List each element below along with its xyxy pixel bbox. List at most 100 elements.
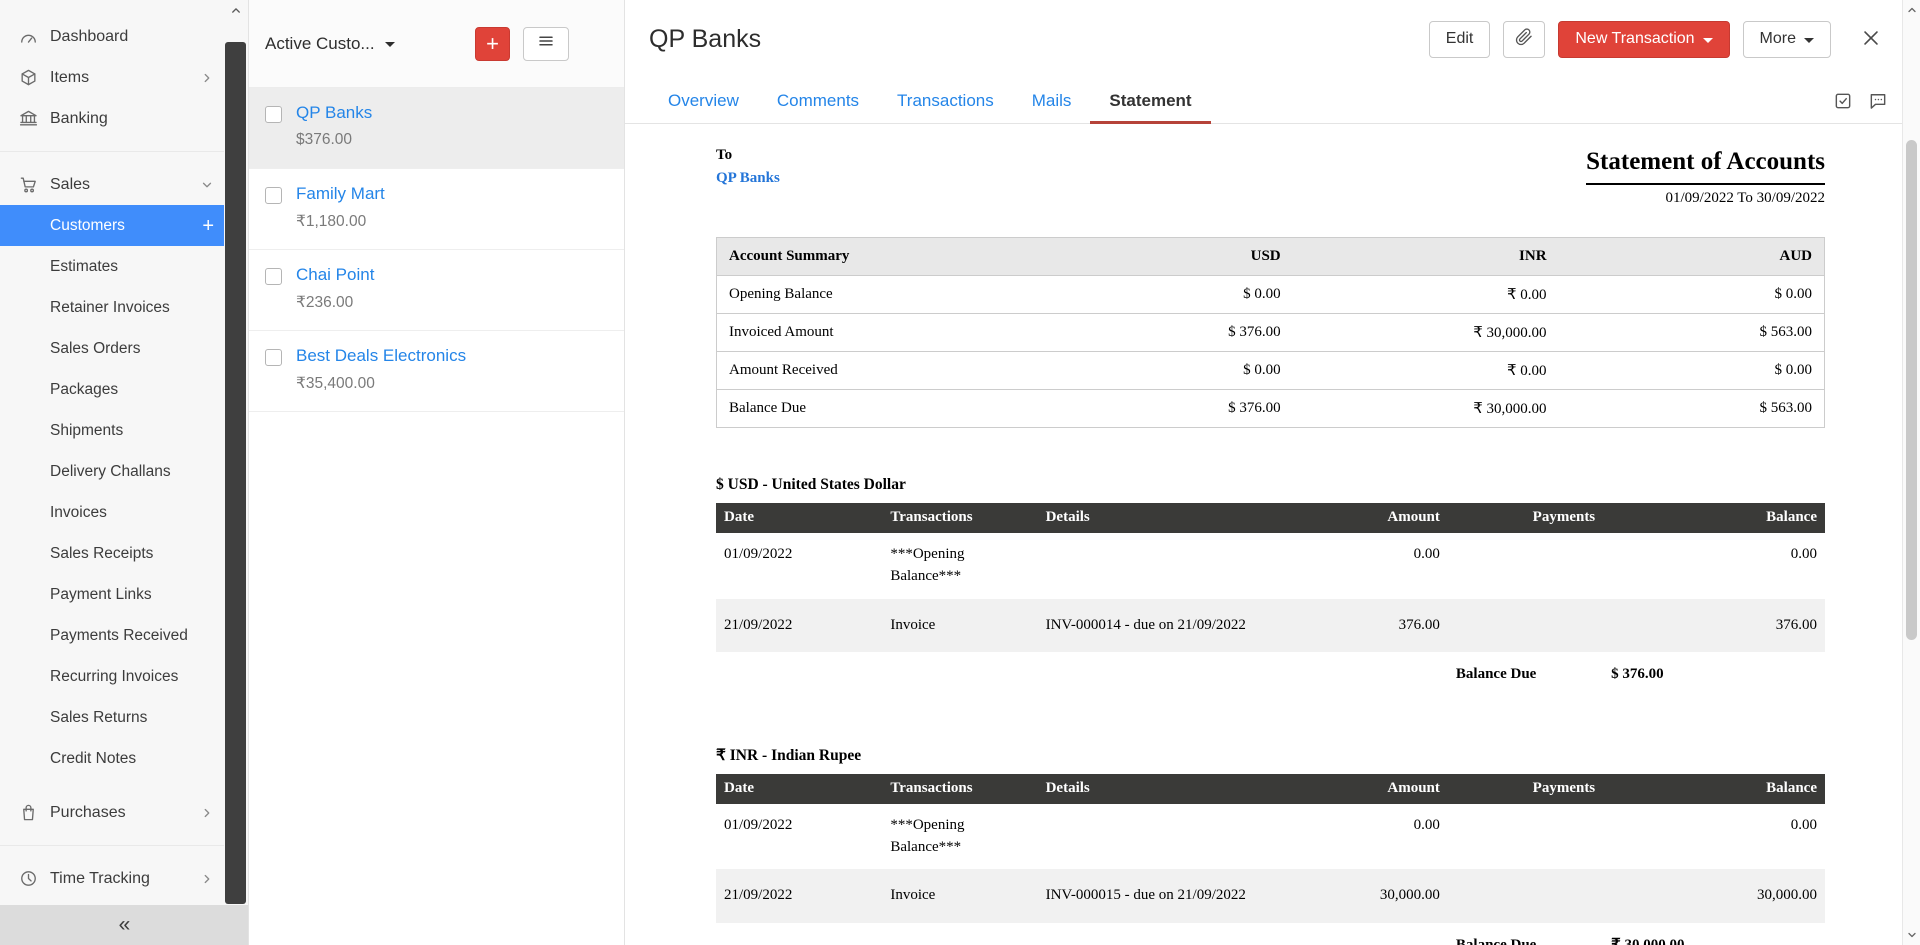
sidebar-item-sales-orders[interactable]: Sales Orders bbox=[0, 328, 224, 369]
new-transaction-button[interactable]: New Transaction bbox=[1558, 21, 1729, 58]
transaction-row: 21/09/2022 Invoice INV-000015 - due on 2… bbox=[716, 869, 1825, 923]
sidebar-item-dashboard[interactable]: Dashboard bbox=[0, 16, 224, 57]
customer-list: QP Banks $376.00 Family Mart ₹1,180.00 C… bbox=[249, 88, 624, 945]
sidebar-item-delivery-challans[interactable]: Delivery Challans bbox=[0, 451, 224, 492]
tasks-icon[interactable] bbox=[1833, 91, 1853, 111]
add-customer-button[interactable]: + bbox=[475, 27, 510, 61]
chevron-up-icon[interactable] bbox=[229, 4, 242, 17]
attachment-button[interactable] bbox=[1503, 21, 1545, 58]
summary-cell: $ 376.00 bbox=[1027, 314, 1293, 352]
statement-recipient: To QP Banks bbox=[716, 146, 780, 187]
transaction-row: 21/09/2022 Invoice INV-000014 - due on 2… bbox=[716, 599, 1825, 653]
txn-cell bbox=[1448, 599, 1603, 653]
page-scrollbar-thumb[interactable] bbox=[1906, 140, 1917, 640]
tab-comments[interactable]: Comments bbox=[758, 78, 878, 123]
tab-row-icons bbox=[1833, 78, 1888, 123]
sidebar-item-label: Recurring Invoices bbox=[50, 668, 178, 686]
customer-name-link[interactable]: Family Mart bbox=[296, 184, 385, 204]
sidebar-item-sales-returns[interactable]: Sales Returns bbox=[0, 697, 224, 738]
edit-button[interactable]: Edit bbox=[1429, 21, 1491, 58]
sidebar-item-label: Estimates bbox=[50, 258, 118, 276]
close-button[interactable] bbox=[1856, 23, 1886, 56]
balance-due-label: Balance Due bbox=[1448, 652, 1603, 698]
page-scrollbar[interactable] bbox=[1902, 0, 1920, 945]
sidebar-item-banking[interactable]: Banking bbox=[0, 98, 224, 139]
plus-icon: + bbox=[486, 33, 499, 55]
list-options-button[interactable] bbox=[523, 27, 569, 61]
tab-overview[interactable]: Overview bbox=[649, 78, 758, 123]
comments-icon[interactable] bbox=[1868, 91, 1888, 111]
sidebar-item-label: Sales Returns bbox=[50, 709, 147, 727]
tab-transactions[interactable]: Transactions bbox=[878, 78, 1013, 123]
txn-cell bbox=[1038, 804, 1293, 870]
summary-cell: $ 0.00 bbox=[1027, 352, 1293, 390]
summary-row: Invoiced Amount $ 376.00 ₹ 30,000.00 $ 5… bbox=[717, 314, 1825, 352]
sidebar-item-payment-links[interactable]: Payment Links bbox=[0, 574, 224, 615]
tab-statement[interactable]: Statement bbox=[1090, 78, 1210, 123]
hamburger-icon bbox=[537, 32, 555, 55]
customer-name-link[interactable]: QP Banks bbox=[296, 103, 372, 123]
scrollbar-up-arrow-icon[interactable] bbox=[1906, 4, 1918, 16]
txn-col-header: Details bbox=[1038, 503, 1293, 533]
caret-down-icon bbox=[1804, 38, 1814, 43]
sidebar-item-time-tracking[interactable]: Time Tracking bbox=[0, 858, 224, 899]
sidebar-item-sales[interactable]: Sales bbox=[0, 164, 224, 205]
customer-list-item-qp-banks[interactable]: QP Banks $376.00 bbox=[249, 88, 624, 169]
txn-cell: 21/09/2022 bbox=[716, 599, 882, 653]
sidebar-item-sales-receipts[interactable]: Sales Receipts bbox=[0, 533, 224, 574]
customer-checkbox[interactable] bbox=[265, 106, 282, 123]
sidebar-item-items[interactable]: Items bbox=[0, 57, 224, 98]
scrollbar-down-arrow-icon[interactable] bbox=[1906, 929, 1918, 941]
sidebar-item-invoices[interactable]: Invoices bbox=[0, 492, 224, 533]
summary-col-header: USD bbox=[1027, 238, 1293, 276]
sidebar-scrollbar[interactable] bbox=[223, 0, 248, 905]
inr-transactions-table: Date Transactions Details Amount Payment… bbox=[716, 774, 1825, 945]
sidebar-item-label: Payments Received bbox=[50, 627, 188, 645]
sidebar-divider bbox=[0, 151, 224, 152]
sidebar-item-packages[interactable]: Packages bbox=[0, 369, 224, 410]
sidebar-item-customers[interactable]: Customers + bbox=[0, 205, 224, 246]
sidebar-item-payments-received[interactable]: Payments Received bbox=[0, 615, 224, 656]
sidebar-scrollbar-thumb[interactable] bbox=[225, 42, 246, 904]
sidebar-collapse-button[interactable]: « bbox=[0, 905, 249, 945]
customer-amount: $376.00 bbox=[296, 131, 372, 149]
sidebar-item-estimates[interactable]: Estimates bbox=[0, 246, 224, 287]
sidebar-item-retainer-invoices[interactable]: Retainer Invoices bbox=[0, 287, 224, 328]
more-button[interactable]: More bbox=[1743, 21, 1831, 58]
txn-cell: INV-000014 - due on 21/09/2022 bbox=[1038, 599, 1293, 653]
customer-list-item-chai-point[interactable]: Chai Point ₹236.00 bbox=[249, 250, 624, 331]
txn-cell bbox=[1038, 533, 1293, 599]
plus-icon[interactable]: + bbox=[202, 216, 214, 236]
txn-cell: INV-000015 - due on 21/09/2022 bbox=[1038, 869, 1293, 923]
customer-name-link[interactable]: Best Deals Electronics bbox=[296, 346, 466, 366]
tab-mails[interactable]: Mails bbox=[1013, 78, 1091, 123]
txn-col-header: Balance bbox=[1603, 774, 1825, 804]
txn-cell: Invoice bbox=[882, 599, 1037, 653]
summary-col-header: AUD bbox=[1559, 238, 1825, 276]
currency-section-title: $ USD - United States Dollar bbox=[716, 476, 1825, 494]
summary-cell: $ 563.00 bbox=[1559, 314, 1825, 352]
sidebar-item-label: Invoices bbox=[50, 504, 107, 522]
customer-checkbox[interactable] bbox=[265, 349, 282, 366]
customer-name-link[interactable]: Chai Point bbox=[296, 265, 374, 285]
chevron-right-icon bbox=[200, 806, 214, 820]
statement-customer-link[interactable]: QP Banks bbox=[716, 170, 780, 187]
customer-checkbox[interactable] bbox=[265, 268, 282, 285]
sidebar-item-purchases[interactable]: Purchases bbox=[0, 792, 224, 833]
statement-period: 01/09/2022 To 30/09/2022 bbox=[1586, 185, 1825, 207]
customer-detail-header: QP Banks Edit New Transaction More bbox=[625, 0, 1902, 78]
sidebar-item-recurring-invoices[interactable]: Recurring Invoices bbox=[0, 656, 224, 697]
summary-cell: $ 376.00 bbox=[1027, 390, 1293, 428]
sidebar-item-credit-notes[interactable]: Credit Notes bbox=[0, 738, 224, 779]
sidebar-item-shipments[interactable]: Shipments bbox=[0, 410, 224, 451]
sidebar-item-label: Sales Receipts bbox=[50, 545, 153, 563]
customer-list-item-best-deals-electronics[interactable]: Best Deals Electronics ₹35,400.00 bbox=[249, 331, 624, 412]
customer-list-item-family-mart[interactable]: Family Mart ₹1,180.00 bbox=[249, 169, 624, 250]
customer-filter-label: Active Custo... bbox=[265, 34, 375, 54]
txn-cell-empty bbox=[716, 652, 1448, 698]
transaction-row: 01/09/2022 ***Opening Balance*** 0.00 0.… bbox=[716, 804, 1825, 870]
txn-col-header: Payments bbox=[1448, 774, 1603, 804]
customer-checkbox[interactable] bbox=[265, 187, 282, 204]
balance-due-value: $ 376.00 bbox=[1603, 652, 1825, 698]
customer-filter-dropdown[interactable]: Active Custo... bbox=[265, 34, 395, 54]
